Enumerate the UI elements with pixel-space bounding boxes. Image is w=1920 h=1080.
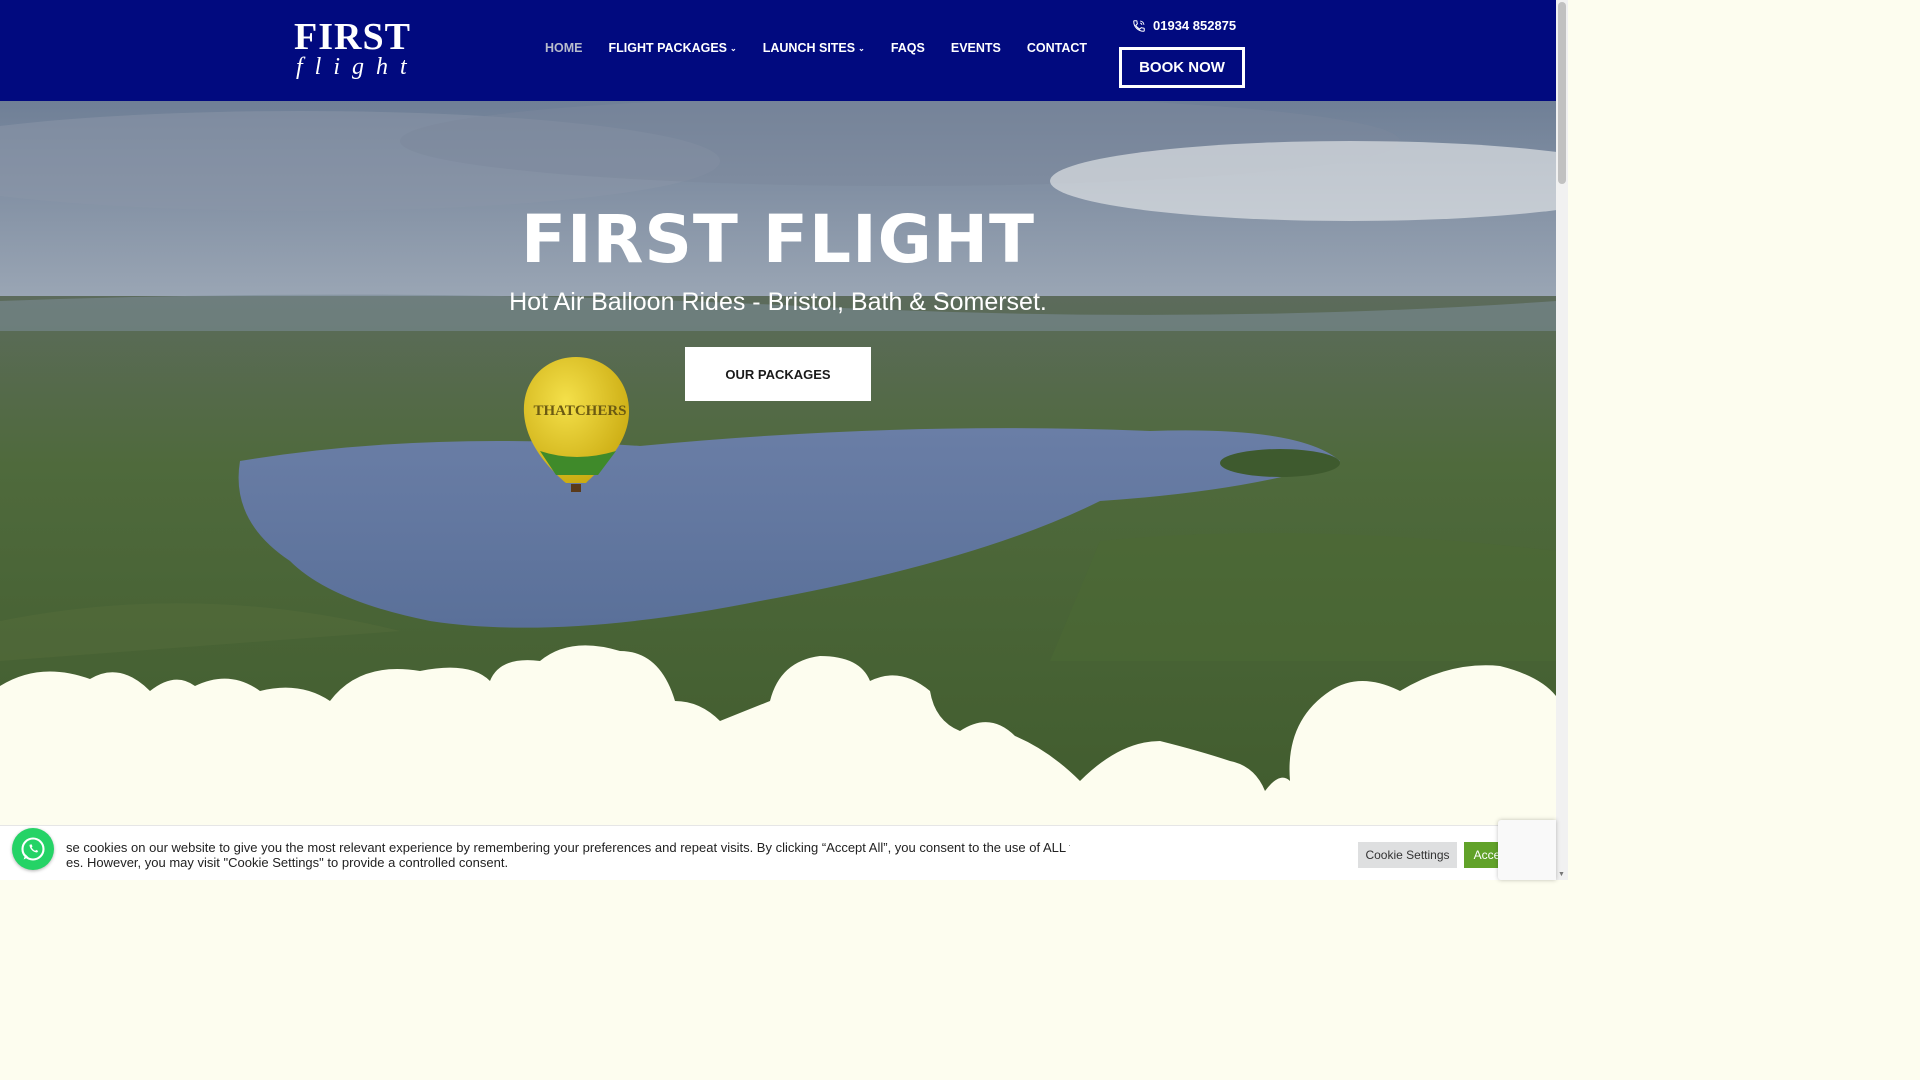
nav-item-label: EVENTS	[950, 41, 1001, 55]
logo-text-bottom: flight	[296, 54, 419, 80]
nav-item-events[interactable]: EVENTS	[951, 41, 1001, 55]
chevron-down-icon: ⌄	[730, 43, 737, 53]
nav-item-contact[interactable]: CONTACT	[1027, 41, 1087, 55]
site-logo[interactable]: FIRST flight	[294, 18, 450, 82]
whatsapp-icon	[21, 837, 45, 861]
nav-item-launch-sites[interactable]: LAUNCH SITES ⌄	[763, 41, 865, 55]
balloon-label: THATCHERS	[533, 403, 626, 419]
cookie-consent-bar: se cookies on our website to give you th…	[0, 825, 1556, 880]
nav-item-home[interactable]: HOME	[545, 41, 583, 55]
phone-link[interactable]: 01934 852875	[1132, 18, 1236, 33]
chevron-down-icon: ⌄	[858, 43, 865, 53]
logo-text-top: FIRST	[294, 16, 411, 58]
book-now-button[interactable]: BOOK NOW	[1119, 47, 1245, 88]
nav-item-label: CONTACT	[1026, 41, 1088, 55]
cookie-settings-button[interactable]: Cookie Settings	[1358, 842, 1457, 868]
phone-number: 01934 852875	[1153, 18, 1237, 33]
phone-icon	[1133, 19, 1145, 32]
scrollbar-thumb[interactable]	[1558, 2, 1566, 184]
cookie-text-line-2: es. However, you may visit "Cookie Setti…	[66, 855, 509, 870]
hero-section: THATCHERS FIRST FLIGHT Hot Air Balloon R…	[0, 101, 1556, 861]
nav-item-label: FLIGHT PACKAGES	[608, 41, 728, 55]
nav-item-label: LAUNCH SITES	[762, 41, 856, 55]
site-header: FIRST flight HOME FLIGHT PACKAGES ⌄ LAUN…	[0, 0, 1556, 101]
our-packages-button[interactable]: OUR PACKAGES	[685, 347, 871, 401]
page-scrollbar[interactable]: ▼	[1556, 0, 1568, 880]
cookie-text-line-1: se cookies on our website to give you th…	[66, 840, 1070, 855]
scroll-down-arrow-icon[interactable]: ▼	[1558, 871, 1565, 878]
whatsapp-button[interactable]	[12, 828, 54, 870]
cookie-consent-text: se cookies on our website to give you th…	[20, 840, 1070, 870]
hero-subtitle: Hot Air Balloon Rides - Bristol, Bath & …	[509, 288, 1047, 316]
recaptcha-badge[interactable]	[1498, 820, 1556, 880]
nav-item-faqs[interactable]: FAQS	[891, 41, 925, 55]
nav-item-label: FAQS	[890, 41, 925, 55]
nav-item-flight-packages[interactable]: FLIGHT PACKAGES ⌄	[609, 41, 737, 55]
main-nav: HOME FLIGHT PACKAGES ⌄ LAUNCH SITES ⌄ FA…	[545, 41, 1113, 55]
nav-item-label: HOME	[545, 41, 583, 55]
hero-title: FIRST FLIGHT	[520, 201, 1036, 278]
